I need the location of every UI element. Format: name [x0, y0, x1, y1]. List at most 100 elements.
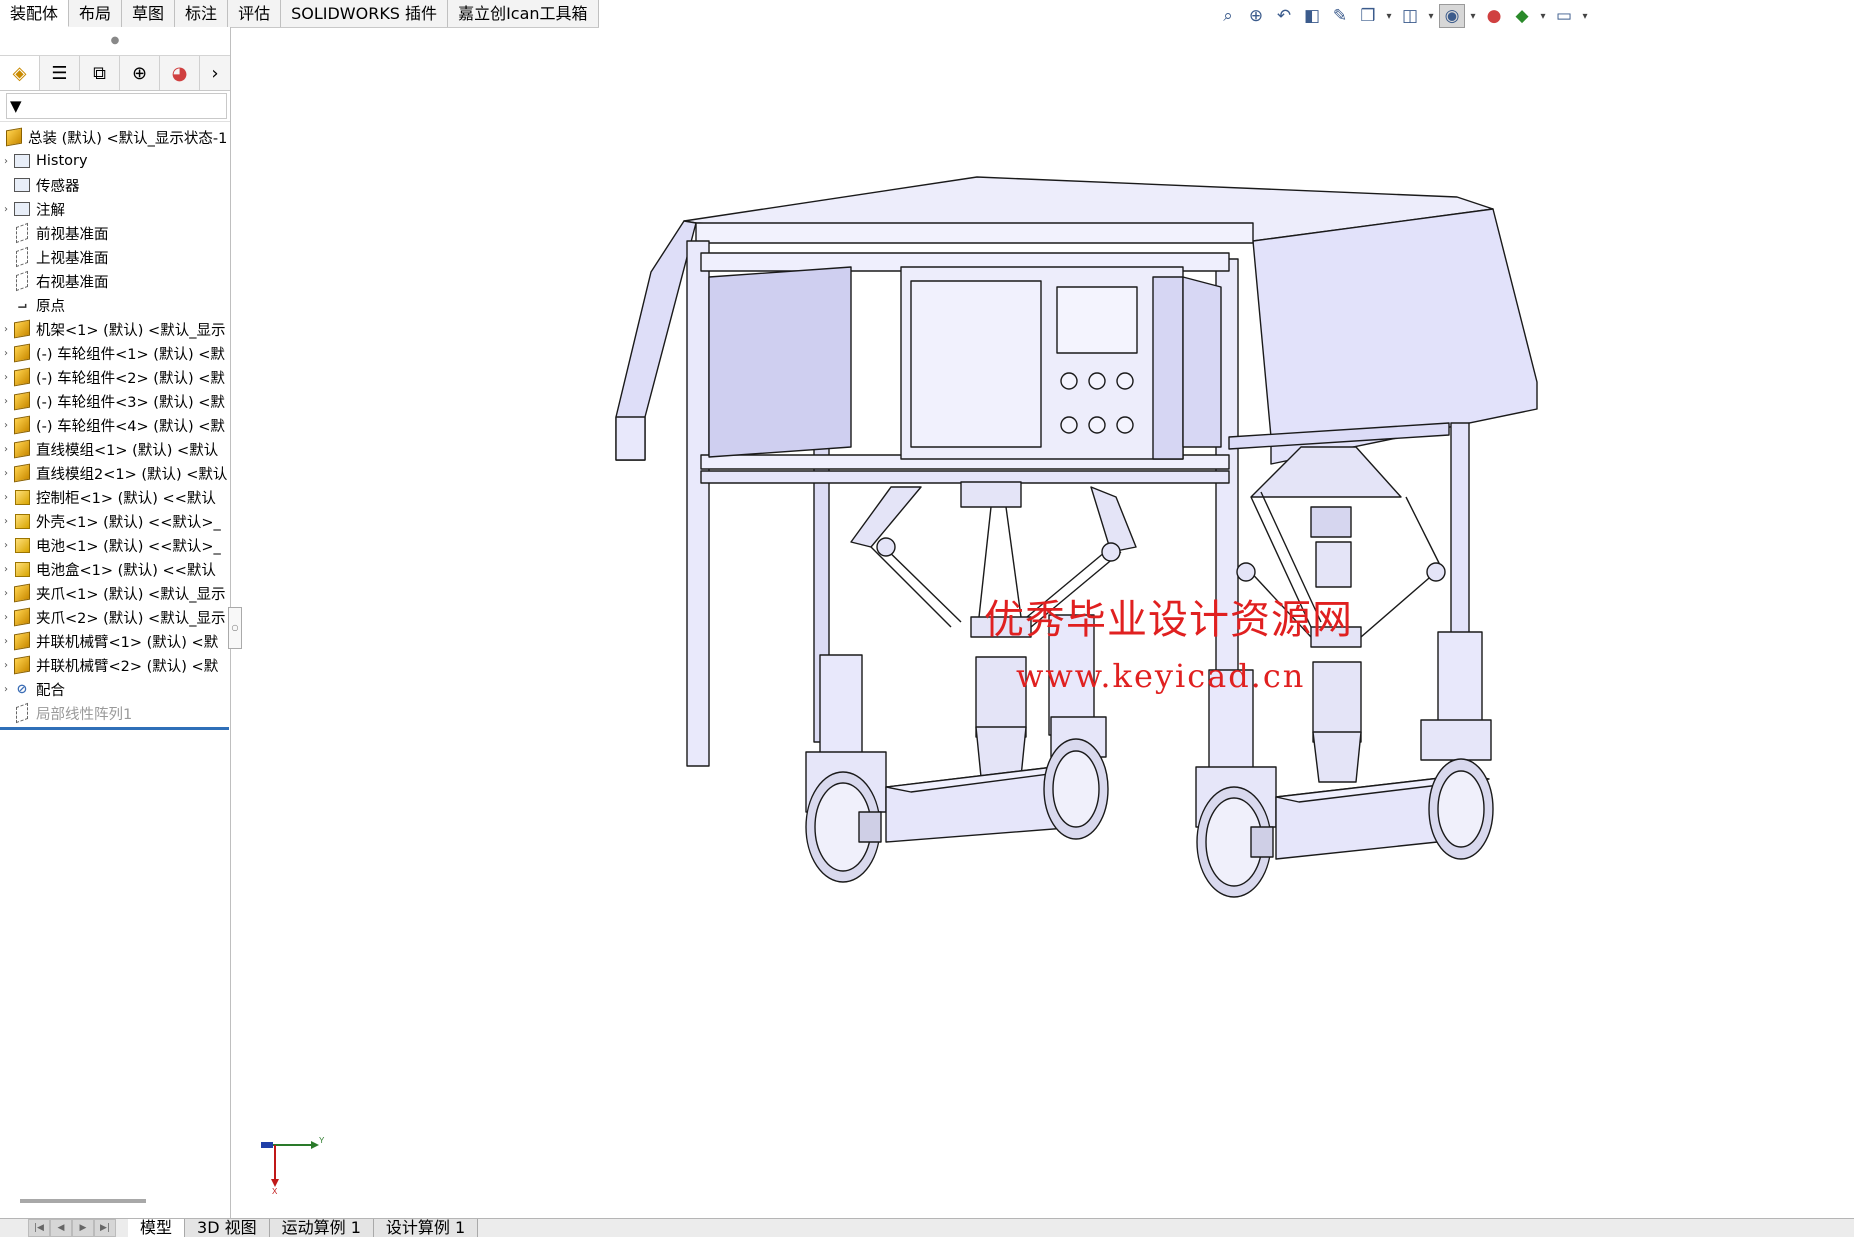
tree-node[interactable]: › 并联机械臂<1> (默认) <默: [0, 629, 229, 653]
expand-arrow-icon[interactable]: ›: [0, 372, 12, 383]
wheel-assembly-rear-right: [1420, 631, 1494, 860]
horizontal-scrollbar[interactable]: [20, 1199, 146, 1203]
previous-view-icon[interactable]: ↶: [1271, 4, 1297, 28]
expand-arrow-icon[interactable]: ›: [0, 396, 12, 407]
folder-icon: [12, 200, 32, 218]
view-settings-icon[interactable]: ▭: [1551, 4, 1577, 28]
tree-node[interactable]: › 夹爪<1> (默认) <默认_显示: [0, 581, 229, 605]
tree-node[interactable]: 上视基准面: [0, 245, 229, 269]
tab-jlc-toolbox[interactable]: 嘉立创Ican工具箱: [448, 0, 599, 27]
chevron-down-icon[interactable]: ▾: [1383, 4, 1395, 28]
tree-node[interactable]: › 电池<1> (默认) <<默认>_: [0, 533, 229, 557]
expand-arrow-icon[interactable]: ›: [0, 612, 12, 623]
expand-arrow-icon[interactable]: ›: [0, 420, 12, 431]
section-view-icon[interactable]: ◧: [1299, 4, 1325, 28]
chevron-down-icon[interactable]: ▾: [1537, 4, 1549, 28]
expand-arrow-icon[interactable]: ›: [0, 444, 12, 455]
expand-arrow-icon[interactable]: ›: [0, 204, 12, 215]
tree-node[interactable]: › 直线模组2<1> (默认) <默认: [0, 461, 229, 485]
tab-sketch[interactable]: 草图: [122, 0, 176, 27]
tree-node[interactable]: › 机架<1> (默认) <默认_显示: [0, 317, 229, 341]
zoom-area-icon[interactable]: ⊕: [1243, 4, 1269, 28]
tree-node[interactable]: › 外壳<1> (默认) <<默认>_: [0, 509, 229, 533]
expand-arrow-icon[interactable]: ›: [0, 468, 12, 479]
tab-solidworks-addins[interactable]: SOLIDWORKS 插件: [281, 0, 449, 27]
chevron-down-icon[interactable]: ▾: [1579, 4, 1591, 28]
tree-node-label: 配合: [36, 682, 65, 699]
expand-arrow-icon[interactable]: ›: [0, 540, 12, 551]
expand-arrow-icon[interactable]: ›: [0, 660, 12, 671]
featuremanager-tree-icon[interactable]: ◈: [0, 56, 40, 90]
view-orientation-icon[interactable]: ❒: [1355, 4, 1381, 28]
expand-arrow-icon[interactable]: ›: [0, 684, 12, 695]
configurationmanager-icon[interactable]: ⧉: [80, 56, 120, 90]
tree-node[interactable]: › 电池盒<1> (默认) <<默认: [0, 557, 229, 581]
chevron-down-icon[interactable]: ▾: [1425, 4, 1437, 28]
hide-show-icon[interactable]: ◉: [1439, 4, 1465, 28]
tree-node[interactable]: › 注解: [0, 197, 229, 221]
tree-node[interactable]: 右视基准面: [0, 269, 229, 293]
edit-appearance-icon[interactable]: ●: [1481, 4, 1507, 28]
tab-layout[interactable]: 布局: [69, 0, 123, 27]
first-tab-icon[interactable]: |◀: [28, 1219, 50, 1237]
tree-node-label: 局部线性阵列1: [36, 706, 133, 723]
chevron-down-icon[interactable]: ▾: [1467, 4, 1479, 28]
chevron-right-icon[interactable]: ›: [200, 56, 230, 90]
tab-motion-study[interactable]: 运动算例 1: [269, 1219, 374, 1237]
tree-node-label: 控制柜<1> (默认) <<默认: [36, 490, 216, 507]
tab-evaluate[interactable]: 评估: [228, 0, 282, 27]
asm-icon: [12, 320, 32, 338]
tab-design-study[interactable]: 设计算例 1: [373, 1219, 479, 1237]
expand-arrow-icon[interactable]: ›: [0, 516, 12, 527]
wheel-assembly-rear-left: [1043, 614, 1109, 840]
tree-node[interactable]: › History: [0, 149, 229, 173]
tree-end-marker[interactable]: [0, 727, 229, 730]
tab-markup[interactable]: 标注: [175, 0, 229, 27]
graphics-viewport[interactable]: 优秀毕业设计资源网 www.keyicad.cn: [231, 27, 1854, 1218]
tree-node-label: 夹爪<1> (默认) <默认_显示: [36, 586, 226, 603]
tree-node[interactable]: › (-) 车轮组件<2> (默认) <默: [0, 365, 229, 389]
asm-icon: [12, 584, 32, 602]
tree-node[interactable]: › (-) 车轮组件<3> (默认) <默: [0, 389, 229, 413]
tab-3d-view[interactable]: 3D 视图: [185, 1219, 270, 1237]
tab-model[interactable]: 模型: [128, 1219, 186, 1237]
folder-icon: [12, 152, 32, 170]
expand-arrow-icon[interactable]: ›: [0, 324, 12, 335]
expand-arrow-icon[interactable]: ›: [0, 588, 12, 599]
tree-node[interactable]: › 控制柜<1> (默认) <<默认: [0, 485, 229, 509]
tree-node[interactable]: › ⊘ 配合: [0, 677, 229, 701]
display-manager-icon[interactable]: ◕: [160, 56, 200, 90]
tree-node[interactable]: › 夹爪<2> (默认) <默认_显示: [0, 605, 229, 629]
tree-node[interactable]: › 直线模组<1> (默认) <默认: [0, 437, 229, 461]
tree-node[interactable]: › 并联机械臂<2> (默认) <默: [0, 653, 229, 677]
tab-nav-arrows: |◀ ◀ ▶ ▶|: [28, 1219, 116, 1237]
tree-node-label: 并联机械臂<1> (默认) <默: [36, 634, 219, 651]
apply-scene-icon[interactable]: ◆: [1509, 4, 1535, 28]
next-tab-icon[interactable]: ▶: [72, 1219, 94, 1237]
last-tab-icon[interactable]: ▶|: [94, 1219, 116, 1237]
tree-filter-input[interactable]: ▼: [6, 93, 227, 119]
tree-node[interactable]: 传感器: [0, 173, 229, 197]
tree-node[interactable]: › (-) 车轮组件<1> (默认) <默: [0, 341, 229, 365]
tree-node[interactable]: 前视基准面: [0, 221, 229, 245]
tree-node[interactable]: › (-) 车轮组件<4> (默认) <默: [0, 413, 229, 437]
tree-node-label: 总装 (默认) <默认_显示状态-1: [28, 130, 228, 147]
zoom-to-fit-icon[interactable]: ⌕: [1215, 4, 1241, 28]
expand-arrow-icon[interactable]: ›: [0, 348, 12, 359]
expand-arrow-icon[interactable]: ›: [0, 564, 12, 575]
dimxpert-icon[interactable]: ⊕: [120, 56, 160, 90]
prev-tab-icon[interactable]: ◀: [50, 1219, 72, 1237]
panel-grip-icon[interactable]: ●: [0, 27, 230, 55]
tab-assembly[interactable]: 装配体: [0, 0, 70, 27]
display-style-icon[interactable]: ◫: [1397, 4, 1423, 28]
tree-node[interactable]: 局部线性阵列1: [0, 701, 229, 725]
dynamic-annotation-icon[interactable]: ✎: [1327, 4, 1353, 28]
expand-arrow-icon[interactable]: ›: [0, 156, 12, 167]
frame-post-front-left: [686, 240, 710, 767]
tree-node-label: (-) 车轮组件<2> (默认) <默: [36, 370, 225, 387]
expand-arrow-icon[interactable]: ›: [0, 636, 12, 647]
expand-arrow-icon[interactable]: ›: [0, 492, 12, 503]
tree-node[interactable]: 总装 (默认) <默认_显示状态-1: [0, 125, 233, 149]
propertymanager-icon[interactable]: ☰: [40, 56, 80, 90]
tree-node[interactable]: 原点: [0, 293, 229, 317]
